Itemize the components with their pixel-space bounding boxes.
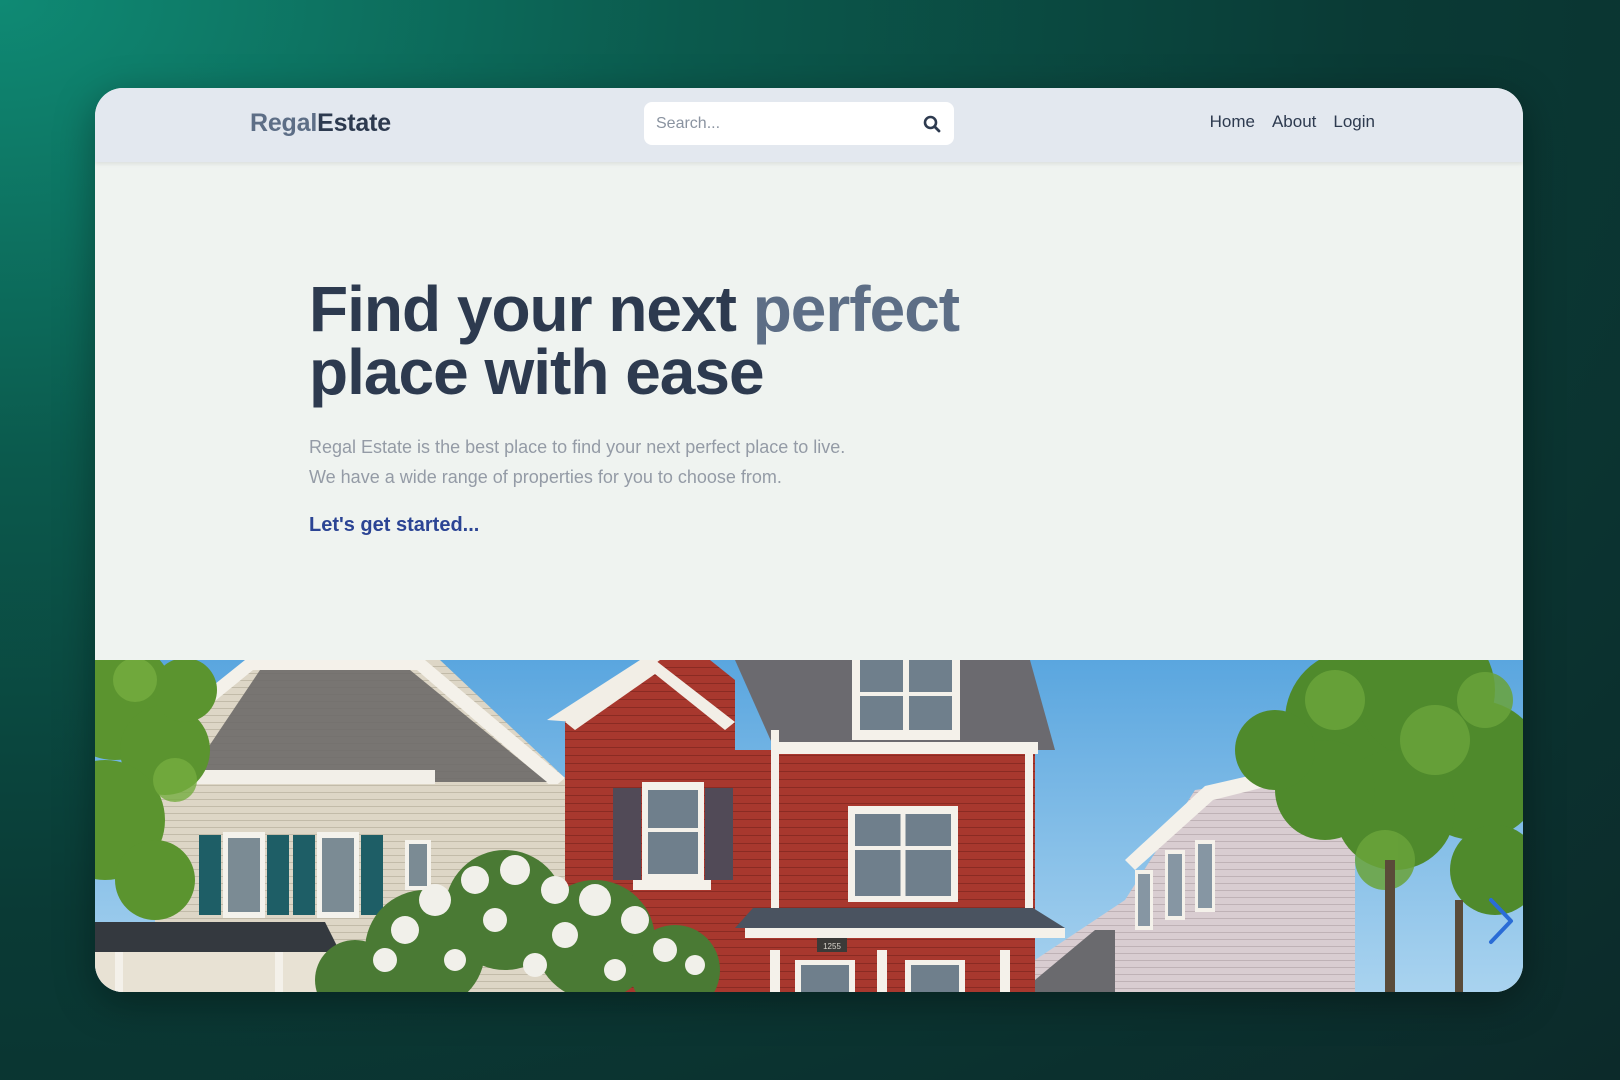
logo-part-estate: Estate xyxy=(317,109,391,137)
hero-description-line1: Regal Estate is the best place to find y… xyxy=(309,437,846,457)
nav-link-login[interactable]: Login xyxy=(1333,112,1375,132)
hero-description-line2: We have a wide range of properties for y… xyxy=(309,467,782,487)
search-box xyxy=(644,102,954,145)
hero-title: Find your next perfect place with ease xyxy=(309,277,1069,404)
get-started-link[interactable]: Let's get started... xyxy=(309,514,479,537)
hero-title-part2: place with ease xyxy=(309,336,765,408)
hero-section: Find your next perfect place with ease Re… xyxy=(309,277,1069,537)
carousel-next-button[interactable] xyxy=(1483,894,1517,948)
nav-links: Home About Login xyxy=(1210,112,1375,132)
hero-title-part1: Find your next xyxy=(309,273,753,345)
navbar: RegalEstate Home About Login xyxy=(95,88,1523,162)
search-icon[interactable] xyxy=(922,114,942,134)
logo[interactable]: RegalEstate xyxy=(250,109,391,138)
logo-part-regal: Regal xyxy=(250,109,318,137)
browser-window: RegalEstate Home About Login Find your n… xyxy=(95,88,1523,992)
nav-link-home[interactable]: Home xyxy=(1210,112,1255,132)
hero-house-image: 1255 xyxy=(95,660,1523,992)
nav-link-about[interactable]: About xyxy=(1272,112,1316,132)
chevron-right-icon xyxy=(1489,898,1513,944)
hero-description: Regal Estate is the best place to find y… xyxy=(309,432,949,492)
hero-title-accent: perfect xyxy=(752,273,960,345)
search-input[interactable] xyxy=(656,114,922,133)
house-number: 1255 xyxy=(823,942,841,951)
